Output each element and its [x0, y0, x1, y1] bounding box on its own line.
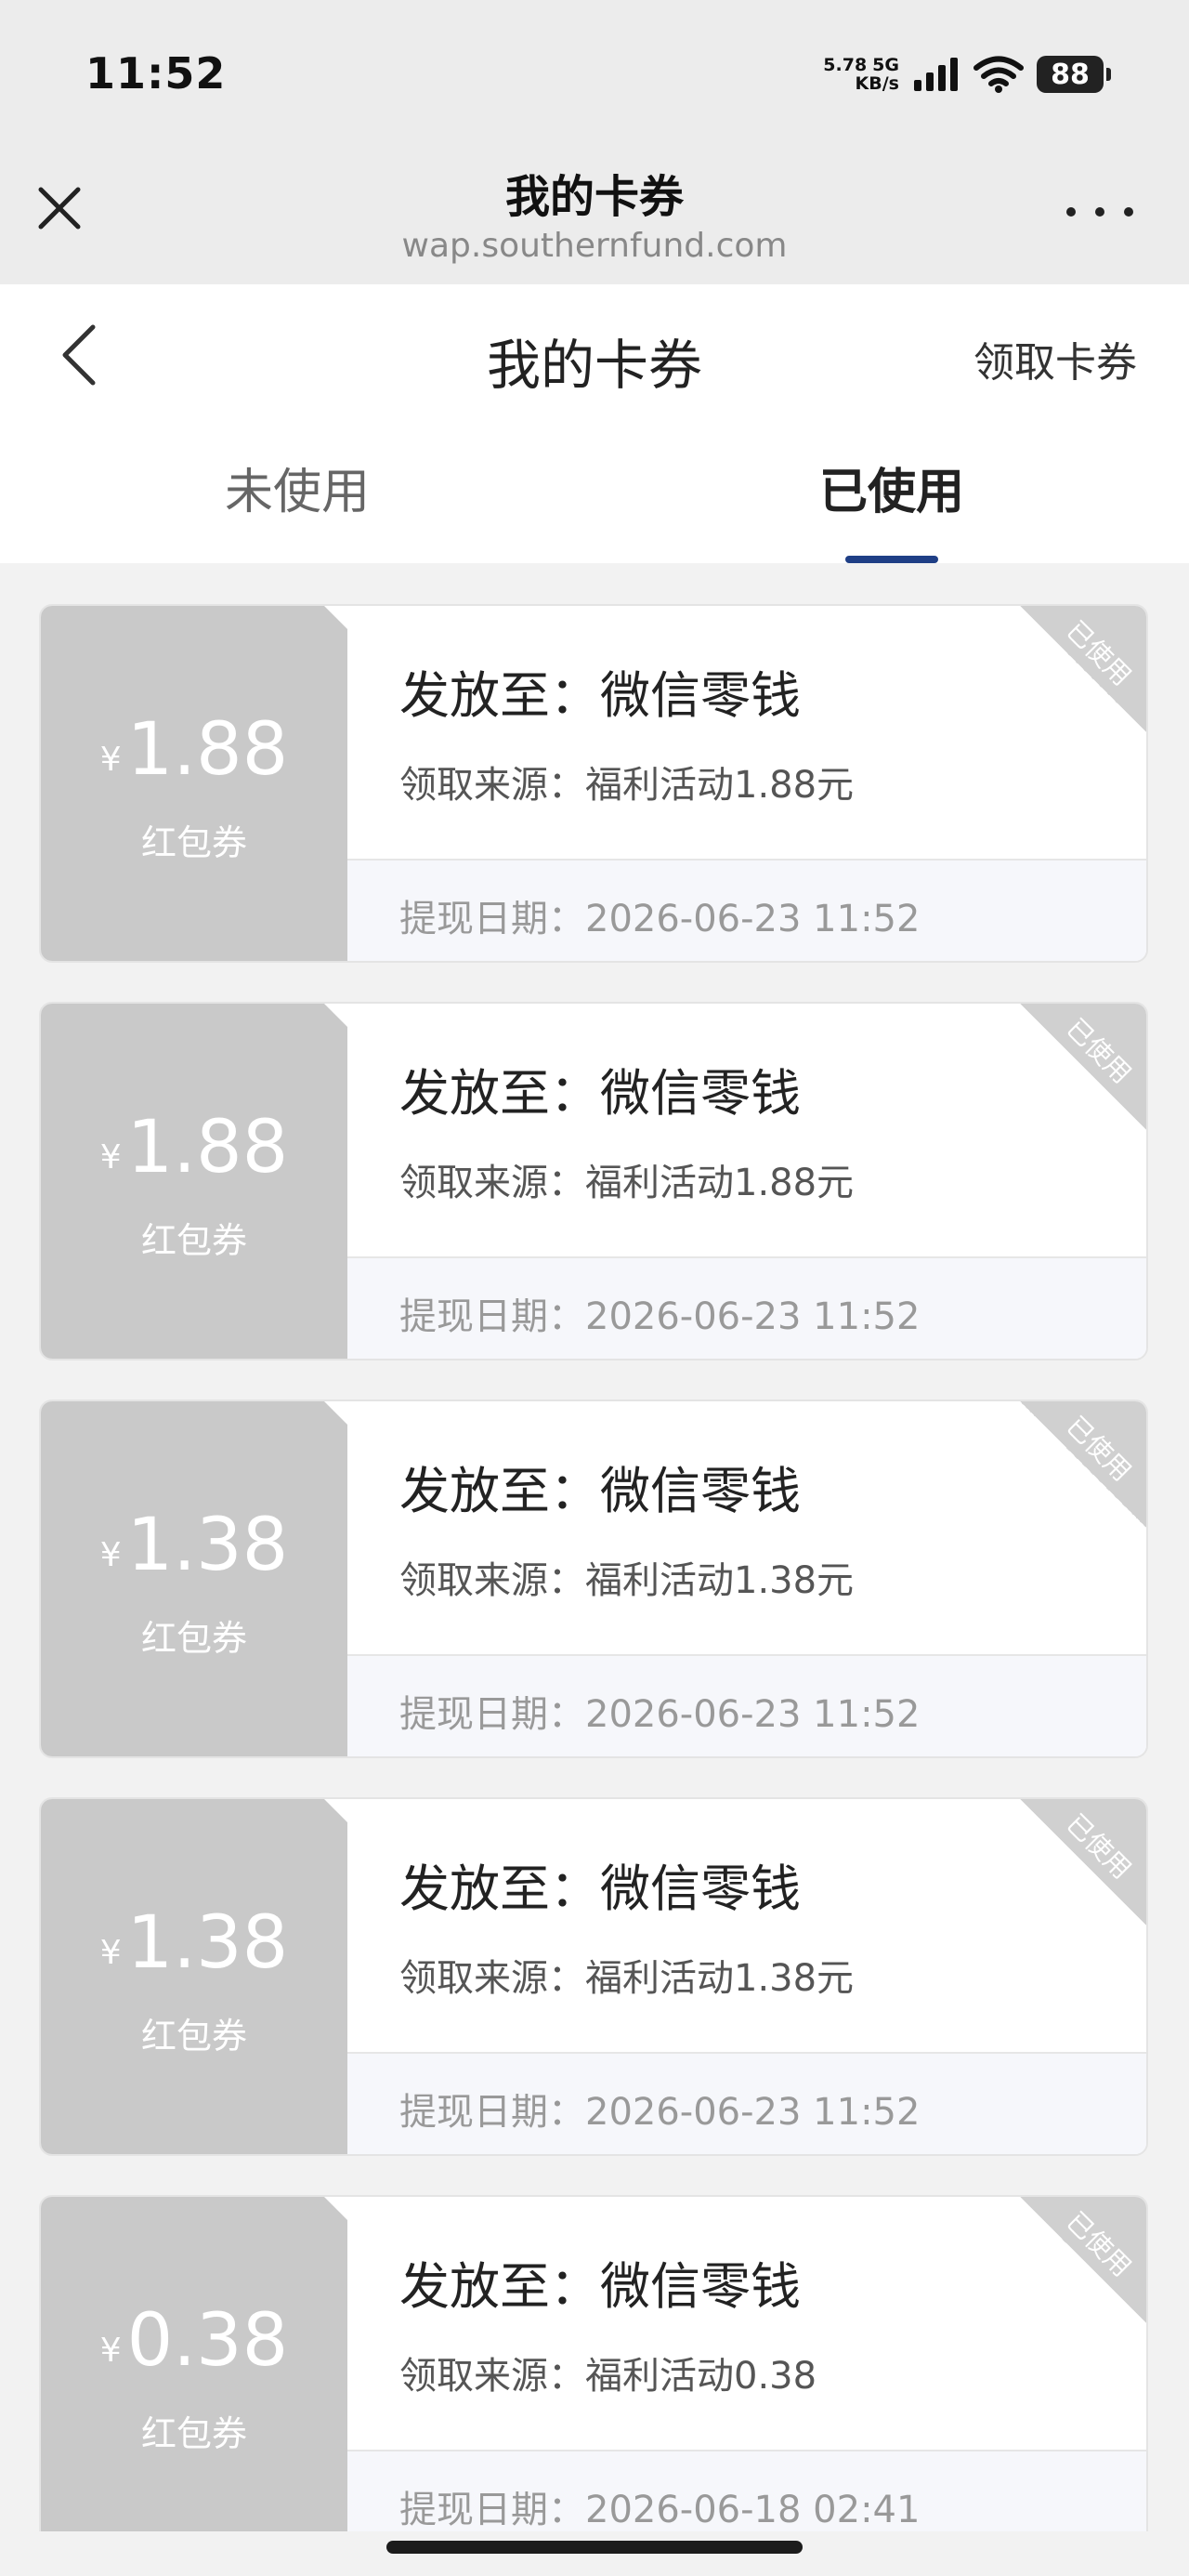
coupon-list: ¥1.88 红包券 发放至：微信零钱 领取来源：福利活动1.88元 提现日期：2… [0, 563, 1189, 2531]
used-ribbon: 已使用 [1020, 1799, 1146, 1925]
coupon-amount-value: 1.88 [126, 1106, 289, 1189]
coupon-amount-value: 1.38 [126, 1901, 289, 1985]
more-dot [1124, 207, 1133, 217]
coupon-details: 发放至：微信零钱 领取来源：福利活动1.88元 提现日期：2026-06-23 … [347, 606, 1146, 961]
coupon-amount-panel: ¥0.38 红包券 [41, 2197, 347, 2531]
currency-symbol: ¥ [99, 1536, 122, 1574]
coupon-type: 红包券 [140, 2413, 247, 2454]
coupon-date-bar: 提现日期：2026-06-23 11:52 [347, 1654, 1146, 1756]
coupon-card[interactable]: ¥1.88 红包券 发放至：微信零钱 领取来源：福利活动1.88元 提现日期：2… [39, 604, 1148, 963]
coupon-destination: 发放至：微信零钱 [399, 2257, 801, 2316]
coupon-card[interactable]: ¥1.38 红包券 发放至：微信零钱 领取来源：福利活动1.38元 提现日期：2… [39, 1797, 1148, 2156]
currency-symbol: ¥ [99, 741, 122, 779]
browser-url: wap.southernfund.com [401, 227, 788, 265]
coupon-destination: 发放至：微信零钱 [399, 1462, 801, 1520]
coupon-date-bar: 提现日期：2026-06-23 11:52 [347, 1256, 1146, 1359]
coupon-type: 红包券 [140, 822, 247, 863]
signal-icon [914, 58, 958, 91]
battery-indicator: 88 [1037, 56, 1111, 93]
coupon-amount: ¥1.38 [41, 1901, 347, 1995]
coupon-details: 发放至：微信零钱 领取来源：福利活动1.88元 提现日期：2026-06-23 … [347, 1004, 1146, 1359]
coupon-source: 领取来源：福利活动1.88元 [399, 1162, 855, 1204]
coupon-amount: ¥1.88 [41, 1106, 347, 1200]
tab-used[interactable]: 已使用 [594, 422, 1189, 563]
home-indicator[interactable] [386, 2541, 803, 2554]
coupon-amount-panel: ¥1.88 红包券 [41, 606, 347, 961]
coupon-type: 红包券 [140, 1618, 247, 1659]
currency-symbol: ¥ [99, 1934, 122, 1972]
coupon-tabs: 未使用 已使用 [0, 422, 1189, 563]
currency-symbol: ¥ [99, 1138, 122, 1176]
coupon-source: 领取来源：福利活动0.38 [399, 2355, 817, 2398]
coupon-amount-value: 1.88 [126, 708, 289, 792]
coupon-destination: 发放至：微信零钱 [399, 1860, 801, 1918]
more-dot [1066, 207, 1076, 217]
coupon-date: 提现日期：2026-06-23 11:52 [399, 1693, 921, 1736]
currency-symbol: ¥ [99, 2332, 122, 2370]
coupon-destination: 发放至：微信零钱 [399, 1064, 801, 1123]
coupon-type: 红包券 [140, 2016, 247, 2057]
coupon-source: 领取来源：福利活动1.38元 [399, 1957, 855, 2000]
used-ribbon: 已使用 [1020, 1004, 1146, 1130]
coupon-source: 领取来源：福利活动1.38元 [399, 1559, 855, 1602]
coupon-date: 提现日期：2026-06-23 11:52 [399, 1295, 921, 1338]
more-dot [1095, 207, 1104, 217]
coupon-type: 红包券 [140, 1220, 247, 1261]
network-type: 5G [872, 55, 899, 75]
coupon-amount-value: 0.38 [126, 2299, 289, 2383]
used-ribbon: 已使用 [1020, 1401, 1146, 1528]
coupon-amount-panel: ¥1.38 红包券 [41, 1799, 347, 2154]
used-ribbon-label: 已使用 [1060, 1410, 1138, 1488]
coupon-card[interactable]: ¥1.88 红包券 发放至：微信零钱 领取来源：福利活动1.88元 提现日期：2… [39, 1002, 1148, 1360]
coupon-amount: ¥0.38 [41, 2299, 347, 2393]
coupon-date: 提现日期：2026-06-18 02:41 [399, 2489, 921, 2531]
used-ribbon-label: 已使用 [1060, 1807, 1138, 1886]
coupon-date-bar: 提现日期：2026-06-23 11:52 [347, 859, 1146, 961]
used-ribbon-label: 已使用 [1060, 1012, 1138, 1090]
status-time: 11:52 [85, 48, 227, 99]
coupon-date-bar: 提现日期：2026-06-18 02:41 [347, 2450, 1146, 2531]
coupon-amount: ¥1.38 [41, 1504, 347, 1597]
coupon-date-bar: 提现日期：2026-06-23 11:52 [347, 2052, 1146, 2154]
browser-title: 我的卡券 [504, 171, 684, 223]
page-header: 我的卡券 领取卡券 [0, 284, 1189, 423]
network-speed: 5.78 5G KB/s [823, 56, 899, 93]
coupon-details: 发放至：微信零钱 领取来源：福利活动1.38元 提现日期：2026-06-23 … [347, 1799, 1146, 2154]
coupon-card[interactable]: ¥0.38 红包券 发放至：微信零钱 领取来源：福利活动0.38 提现日期：20… [39, 2195, 1148, 2531]
network-speed-value: 5.78 [823, 55, 868, 75]
coupon-details: 发放至：微信零钱 领取来源：福利活动1.38元 提现日期：2026-06-23 … [347, 1401, 1146, 1756]
coupon-amount-panel: ¥1.88 红包券 [41, 1004, 347, 1359]
coupon-amount: ¥1.88 [41, 708, 347, 802]
coupon-date: 提现日期：2026-06-23 11:52 [399, 898, 921, 940]
more-options-icon[interactable] [1066, 193, 1133, 230]
coupon-amount-value: 1.38 [126, 1504, 289, 1587]
claim-coupons-link[interactable]: 领取卡券 [973, 329, 1137, 388]
used-ribbon: 已使用 [1020, 2197, 1146, 2323]
coupon-card[interactable]: ¥1.38 红包券 发放至：微信零钱 领取来源：福利活动1.38元 提现日期：2… [39, 1400, 1148, 1758]
coupon-destination: 发放至：微信零钱 [399, 666, 801, 725]
coupon-source: 领取来源：福利活动1.88元 [399, 764, 855, 807]
coupon-amount-panel: ¥1.38 红包券 [41, 1401, 347, 1756]
coupon-date: 提现日期：2026-06-23 11:52 [399, 2091, 921, 2134]
used-ribbon: 已使用 [1020, 606, 1146, 732]
wifi-icon [973, 56, 1024, 93]
status-indicators: 5.78 5G KB/s 88 [823, 52, 1111, 97]
used-ribbon-label: 已使用 [1060, 614, 1138, 692]
network-speed-unit: KB/s [855, 73, 899, 94]
tab-unused[interactable]: 未使用 [0, 422, 594, 563]
coupon-details: 发放至：微信零钱 领取来源：福利活动0.38 提现日期：2026-06-18 0… [347, 2197, 1146, 2531]
used-ribbon-label: 已使用 [1060, 2205, 1138, 2283]
browser-header: 11:52 5.78 5G KB/s 88 我的卡券 wap.southernf… [0, 0, 1189, 284]
